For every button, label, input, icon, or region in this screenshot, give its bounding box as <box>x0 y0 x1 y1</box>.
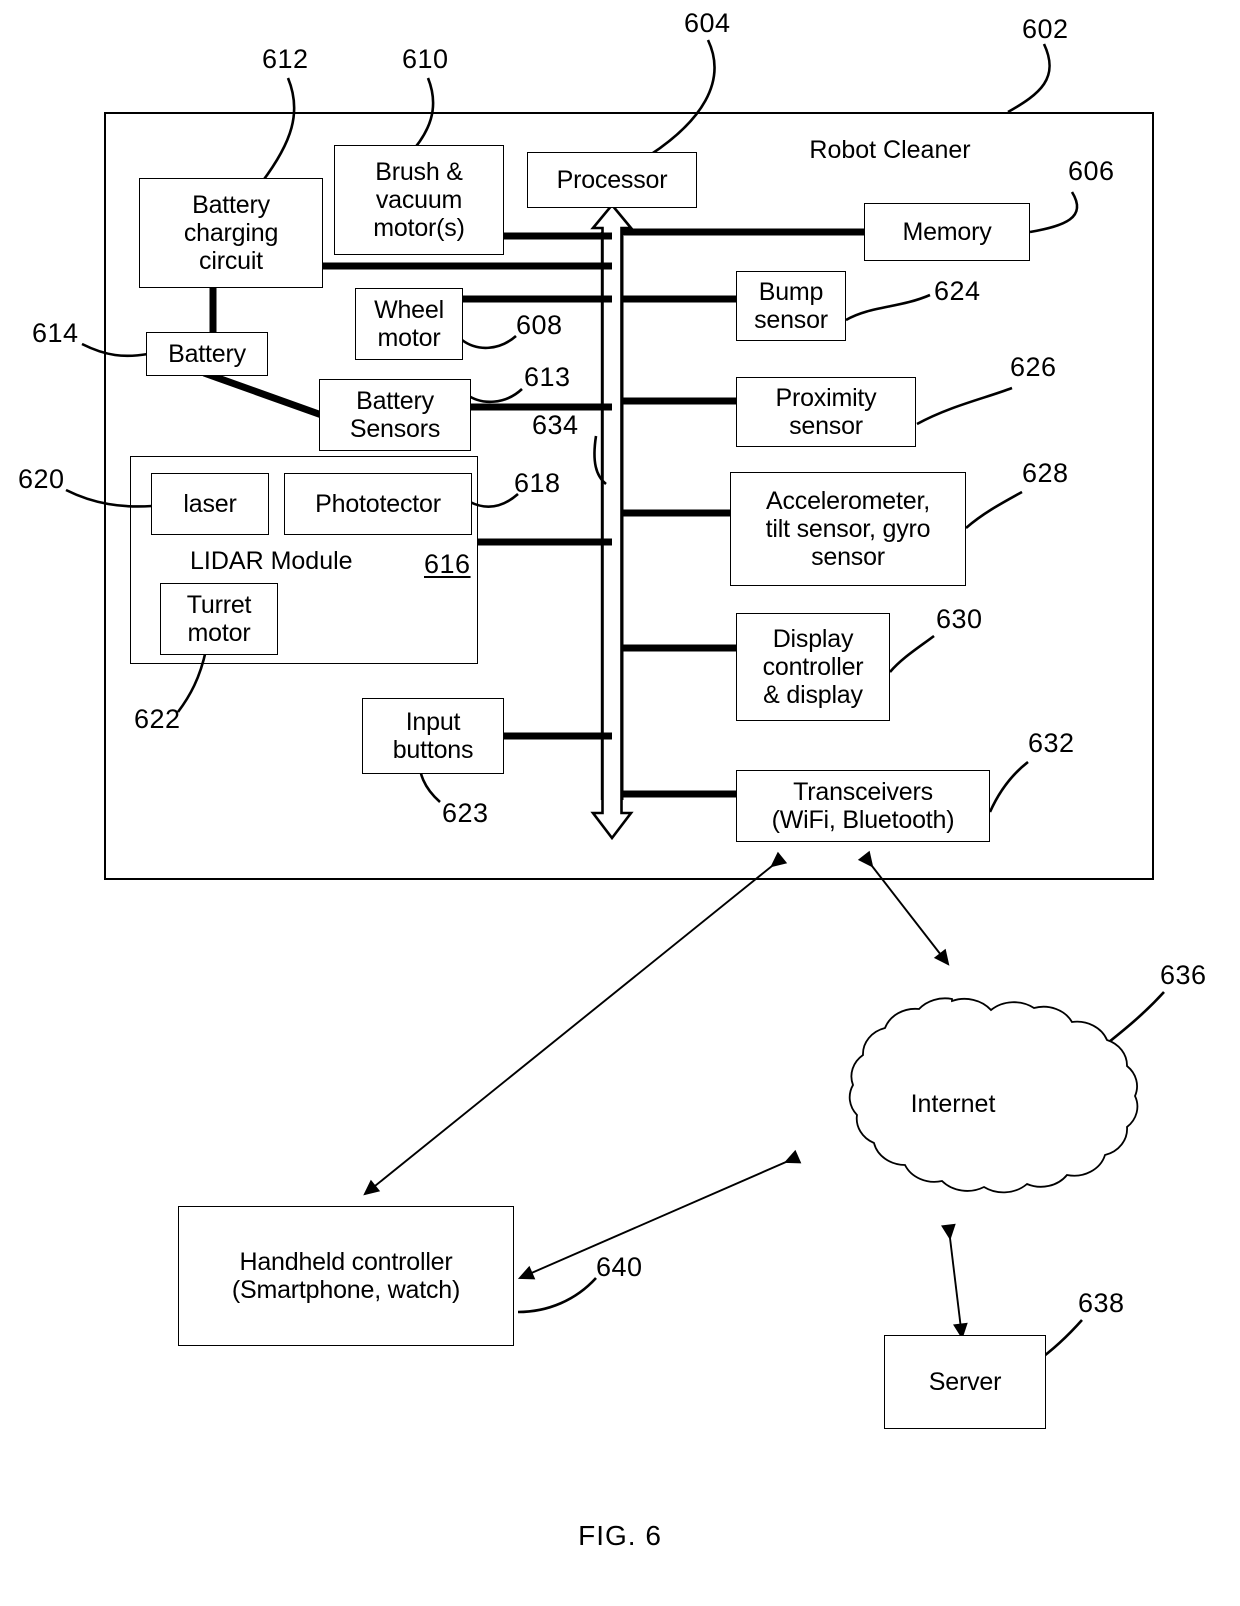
battery-sensors-box[interactable]: Battery Sensors <box>319 379 471 451</box>
ref-620: 620 <box>18 464 65 494</box>
transceivers-box[interactable]: Transceivers (WiFi, Bluetooth) <box>736 770 990 842</box>
display-controller-box[interactable]: Display controller & display <box>736 613 890 721</box>
patent-figure-6: Robot Cleaner Battery charging circuit B… <box>0 0 1240 1606</box>
server-box[interactable]: Server <box>884 1335 1046 1429</box>
phototector-box[interactable]: Phototector <box>284 473 472 535</box>
ref-630: 630 <box>936 604 983 634</box>
ref-632: 632 <box>1028 728 1075 758</box>
arrow-transceivers-internet <box>857 850 950 966</box>
ref-638: 638 <box>1078 1288 1125 1318</box>
ref-618: 618 <box>514 468 561 498</box>
ref-602: 602 <box>1022 14 1069 44</box>
bump-sensor-box[interactable]: Bump sensor <box>736 271 846 341</box>
ref-640: 640 <box>596 1252 643 1282</box>
ref-608: 608 <box>516 310 563 340</box>
proximity-sensor-box[interactable]: Proximity sensor <box>736 377 916 447</box>
battery-charging-circuit-box[interactable]: Battery charging circuit <box>139 178 323 288</box>
figure-caption: FIG. 6 <box>578 1520 662 1551</box>
ref-613: 613 <box>524 362 571 392</box>
arrow-internet-server <box>941 1223 968 1340</box>
processor-box[interactable]: Processor <box>527 152 697 208</box>
ref-636: 636 <box>1160 960 1207 990</box>
ref-616: 616 <box>424 549 471 579</box>
ref-626: 626 <box>1010 352 1057 382</box>
input-buttons-box[interactable]: Input buttons <box>362 698 504 774</box>
accelerometer-box[interactable]: Accelerometer, tilt sensor, gyro sensor <box>730 472 966 586</box>
ref-604: 604 <box>684 8 731 38</box>
robot-cleaner-title: Robot Cleaner <box>809 136 971 164</box>
ref-622: 622 <box>134 704 181 734</box>
ref-634: 634 <box>532 410 579 440</box>
internet-label: Internet <box>910 1090 996 1118</box>
memory-box[interactable]: Memory <box>864 203 1030 261</box>
battery-box[interactable]: Battery <box>146 332 268 376</box>
ref-623: 623 <box>442 798 489 828</box>
lidar-module-label: LIDAR Module <box>190 547 353 575</box>
ref-624: 624 <box>934 276 981 306</box>
wheel-motor-box[interactable]: Wheel motor <box>355 288 463 360</box>
ref-612: 612 <box>262 44 309 74</box>
ref-628: 628 <box>1022 458 1069 488</box>
ref-610: 610 <box>402 44 449 74</box>
turret-motor-box[interactable]: Turret motor <box>160 583 278 655</box>
brush-vacuum-motor-box[interactable]: Brush & vacuum motor(s) <box>334 145 504 255</box>
arrow-internet-handheld <box>517 1149 802 1280</box>
ref-606: 606 <box>1068 156 1115 186</box>
ref-614: 614 <box>32 318 79 348</box>
arrow-transceivers-handheld <box>363 851 788 1196</box>
handheld-controller-box[interactable]: Handheld controller (Smartphone, watch) <box>178 1206 514 1346</box>
laser-box[interactable]: laser <box>151 473 269 535</box>
